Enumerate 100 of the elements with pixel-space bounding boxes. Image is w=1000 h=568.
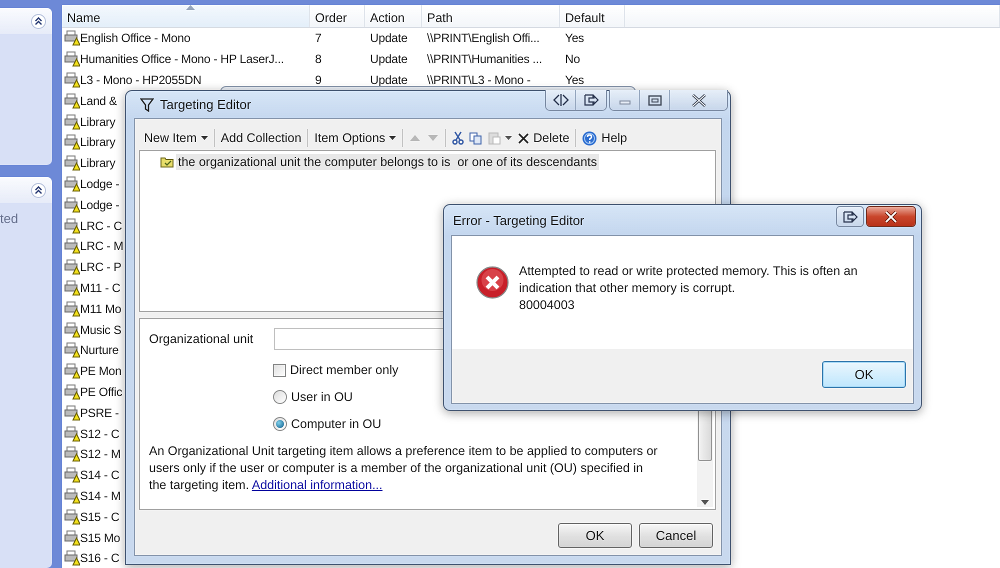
table-cell: \\PRINT\Humanities ... <box>427 52 542 66</box>
printer-icon <box>64 384 80 400</box>
split-icon[interactable] <box>546 90 576 110</box>
printer-name[interactable]: Lodge - <box>80 176 120 191</box>
printer-icon <box>64 114 80 130</box>
printer-icon <box>64 508 80 525</box>
printer-name[interactable]: Nurture <box>80 343 119 358</box>
funnel-icon <box>140 98 154 112</box>
toolbar-menu[interactable]: Item Options <box>313 131 398 145</box>
help-button[interactable]: Help <box>581 130 628 146</box>
panel-text: ted <box>0 210 20 226</box>
printer-icon <box>64 488 80 504</box>
caret-icon <box>389 136 396 140</box>
radio-circle[interactable] <box>273 390 287 404</box>
printer-icon <box>64 467 80 484</box>
printer-name[interactable]: PSRE - <box>80 406 119 420</box>
printer-icon <box>64 51 80 68</box>
printer-name[interactable]: M11 - C <box>80 280 120 295</box>
collapse-icon[interactable] <box>31 14 46 28</box>
printer-name[interactable]: Land & <box>80 94 117 108</box>
column-header[interactable]: Path <box>422 5 560 27</box>
table-cell: \\PRINT\L3 - Mono - <box>427 72 531 87</box>
printer-icon <box>64 134 80 150</box>
delete-button[interactable]: Delete <box>517 131 570 145</box>
printer-name[interactable]: L3 - Mono - HP2055DN <box>80 72 202 87</box>
printer-name[interactable]: PE Mon <box>80 364 122 378</box>
column-header[interactable]: Action <box>365 5 422 27</box>
window-title: Targeting Editor <box>160 97 252 112</box>
printer-name[interactable]: English Office - Mono <box>80 31 190 46</box>
printer-name[interactable]: Music S <box>80 322 122 337</box>
printer-icon <box>64 30 80 46</box>
printer-icon <box>64 322 80 338</box>
printer-icon <box>64 300 80 317</box>
printer-name[interactable]: Library <box>80 114 116 129</box>
caret-icon <box>505 136 512 140</box>
printer-name[interactable]: S15 Mo <box>80 530 120 545</box>
scissors-icon[interactable] <box>451 131 466 145</box>
window-title: Error - Targeting Editor <box>453 212 584 228</box>
radio-button[interactable]: Computer in OU <box>273 417 693 431</box>
table-cell: No <box>565 52 580 66</box>
printer-icon <box>64 363 80 380</box>
printer-name[interactable]: S12 - C <box>80 426 120 441</box>
additional-information-link[interactable]: Additional information... <box>252 478 382 492</box>
column-header[interactable]: Default <box>560 5 625 27</box>
checkbox[interactable]: Direct member only <box>273 363 693 377</box>
printer-icon <box>64 426 80 442</box>
checkbox-box[interactable] <box>273 364 286 376</box>
printer-name[interactable]: Humanities Office - Mono - HP LaserJ... <box>80 52 284 66</box>
table-cell: Yes <box>565 31 584 46</box>
printer-icon <box>64 196 80 213</box>
printer-icon <box>64 404 80 421</box>
printer-name[interactable]: LRC - M <box>80 239 124 254</box>
paste-icon <box>488 131 502 145</box>
printer-icon <box>64 280 80 296</box>
printer-name[interactable]: M11 Mo <box>80 302 122 316</box>
table-cell: 8 <box>315 52 322 66</box>
cancel-button[interactable]: Cancel <box>639 523 713 548</box>
column-header[interactable]: Order <box>310 5 365 27</box>
close-icon[interactable] <box>670 90 727 110</box>
column-header[interactable]: Name <box>62 5 310 27</box>
toolbar-menu[interactable]: New Item <box>143 131 209 145</box>
radio-circle[interactable] <box>273 417 287 431</box>
printer-icon <box>64 446 80 462</box>
error-message: Attempted to read or write protected memory. This is often an indication that other memory is corrupt. <box>519 263 859 297</box>
table-cell: 9 <box>315 72 322 87</box>
table-cell: 7 <box>315 31 322 46</box>
printer-icon <box>64 218 80 234</box>
maximize-icon[interactable] <box>640 90 670 110</box>
folder-icon <box>160 156 174 168</box>
field-label: Organizational unit <box>149 332 254 346</box>
printer-icon <box>64 342 80 358</box>
printer-name[interactable]: S15 - C <box>80 510 120 524</box>
help-icon <box>582 130 598 146</box>
tree-item[interactable]: the organizational unit the computer belongs to is or one of its descendants <box>176 154 600 170</box>
printer-icon <box>64 530 80 546</box>
printer-name[interactable]: LRC - P <box>80 260 122 274</box>
printer-icon <box>64 238 80 254</box>
printer-icon <box>64 155 80 172</box>
printer-name[interactable]: Lodge - <box>80 198 120 212</box>
table-cell: Update <box>370 31 408 46</box>
scroll-down-icon[interactable] <box>701 500 709 505</box>
table-cell: Yes <box>565 72 584 87</box>
copy-icon[interactable] <box>469 131 484 145</box>
printer-icon <box>64 72 80 88</box>
printer-name[interactable]: Library <box>80 135 116 150</box>
printer-name[interactable]: PE Offic <box>80 384 122 399</box>
printer-name[interactable]: Library <box>80 156 116 170</box>
toolbar-button[interactable]: Add Collection <box>220 131 302 145</box>
sort-arrow-icon <box>186 5 194 10</box>
error-code: 80004003 <box>519 297 576 314</box>
ok-button[interactable]: OK <box>558 523 632 548</box>
close-icon[interactable] <box>867 207 915 226</box>
ok-button[interactable]: OK <box>822 361 906 388</box>
caret-icon <box>200 136 208 140</box>
printer-name[interactable]: S14 - M <box>80 488 121 503</box>
collapse-icon[interactable] <box>31 182 46 198</box>
printer-name[interactable]: S12 - M <box>80 447 121 462</box>
printer-name[interactable]: S16 - C <box>80 551 120 566</box>
printer-name[interactable]: LRC - C <box>80 218 122 233</box>
printer-name[interactable]: S14 - C <box>80 468 120 482</box>
